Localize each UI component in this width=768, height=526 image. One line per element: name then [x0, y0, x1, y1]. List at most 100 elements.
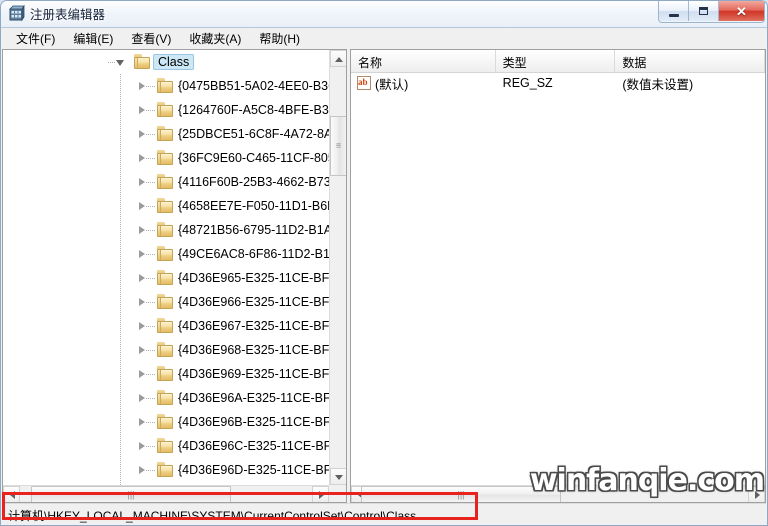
tree-node[interactable]: {36FC9E60-C465-11CF-8056	[3, 146, 329, 170]
folder-icon	[157, 150, 174, 165]
tree-vertical-scrollbar[interactable]: ≡	[329, 50, 346, 485]
value-name: (默认)	[375, 77, 409, 92]
chevron-right-icon[interactable]	[139, 418, 145, 426]
tree-node-label: {4D36E968-E325-11CE-BFC	[178, 343, 329, 357]
menu-edit[interactable]: 编辑(E)	[64, 28, 122, 50]
tree-scroll-up-button[interactable]	[330, 50, 346, 67]
menu-view[interactable]: 查看(V)	[122, 28, 180, 50]
tree-node[interactable]: {4D36E96A-E325-11CE-BFC	[3, 386, 329, 410]
tree-node[interactable]: {4116F60B-25B3-4662-B73	[3, 170, 329, 194]
tree-node-label: {36FC9E60-C465-11CF-8056	[178, 151, 329, 165]
close-button[interactable]: ✕	[719, 1, 764, 21]
maximize-button[interactable]	[689, 1, 719, 21]
chevron-right-icon[interactable]	[139, 82, 145, 90]
chevron-right-icon[interactable]	[139, 154, 145, 162]
tree-connector-line	[120, 98, 121, 122]
tree-node[interactable]: {0475BB51-5A02-4EE0-B36	[3, 74, 329, 98]
menu-bar: 文件(F) 编辑(E) 查看(V) 收藏夹(A) 帮助(H)	[1, 28, 767, 49]
tree-node-label: {1264760F-A5C8-4BFE-B314	[178, 103, 329, 117]
chevron-right-icon[interactable]	[139, 466, 145, 474]
tree-node[interactable]: {48721B56-6795-11D2-B1A	[3, 218, 329, 242]
registry-tree[interactable]: Class {0475BB51-5A02-4EE0-B36 {1264760F-A5…	[3, 50, 329, 485]
tree-node-label: {49CE6AC8-6F86-11D2-B1E	[178, 247, 329, 261]
values-horizontal-scrollbar[interactable]: |||	[351, 485, 765, 502]
chevron-right-icon[interactable]	[139, 178, 145, 186]
folder-icon	[157, 102, 174, 117]
chevron-right-icon[interactable]	[139, 370, 145, 378]
tree-connector-line	[146, 206, 156, 207]
column-header-name[interactable]: 名称	[351, 50, 496, 72]
tree-node[interactable]: {25DBCE51-6C8F-4A72-8A6	[3, 122, 329, 146]
minimize-button[interactable]	[659, 1, 689, 21]
tree-node[interactable]: {49CE6AC8-6F86-11D2-B1E	[3, 242, 329, 266]
tree-node[interactable]: {1264760F-A5C8-4BFE-B314	[3, 98, 329, 122]
tree-node[interactable]: {4D36E969-E325-11CE-BFC	[3, 362, 329, 386]
tree-connector-line	[146, 230, 156, 231]
chevron-right-icon[interactable]	[139, 106, 145, 114]
menu-help[interactable]: 帮助(H)	[250, 28, 309, 50]
tree-node[interactable]: Class	[3, 50, 329, 74]
title-bar[interactable]: 注册表编辑器 ✕	[0, 0, 768, 27]
tree-node-label: {4D36E96A-E325-11CE-BFC	[178, 391, 329, 405]
tree-node[interactable]: {4D36E96C-E325-11CE-BFC	[3, 434, 329, 458]
tree-connector-line	[120, 362, 121, 386]
tree-vertical-scroll-thumb[interactable]: ≡	[330, 116, 346, 176]
tree-connector-line	[146, 374, 156, 375]
tree-connector-line	[120, 74, 121, 98]
tree-scroll-down-button[interactable]	[330, 468, 346, 485]
tree-connector-line	[120, 290, 121, 314]
folder-icon	[157, 222, 174, 237]
tree-node[interactable]: {4D36E968-E325-11CE-BFC	[3, 338, 329, 362]
tree-node[interactable]: {4D36E96D-E325-11CE-BFC	[3, 458, 329, 482]
tree-connector-line	[120, 410, 121, 434]
client-area: 文件(F) 编辑(E) 查看(V) 收藏夹(A) 帮助(H) Class {047…	[1, 27, 767, 525]
tree-connector-line	[146, 182, 156, 183]
chevron-right-icon[interactable]	[139, 322, 145, 330]
chevron-right-icon[interactable]	[139, 250, 145, 258]
folder-icon	[157, 174, 174, 189]
chevron-right-icon[interactable]	[139, 202, 145, 210]
tree-node-label: {4D36E96B-E325-11CE-BFC	[178, 415, 329, 429]
tree-scroll-left-button[interactable]	[3, 486, 20, 502]
tree-node-label: {0475BB51-5A02-4EE0-B36	[178, 79, 329, 93]
chevron-right-icon[interactable]	[139, 130, 145, 138]
folder-icon	[157, 342, 174, 357]
tree-node[interactable]: {4D36E967-E325-11CE-BFC	[3, 314, 329, 338]
folder-icon	[157, 270, 174, 285]
registry-values-pane: 名称 类型 数据 ab (默认) REG_SZ (数值未设置) |||	[350, 49, 766, 503]
tree-node-label: {4D36E96C-E325-11CE-BFC	[178, 439, 329, 453]
chevron-right-icon[interactable]	[139, 298, 145, 306]
chevron-right-icon[interactable]	[139, 274, 145, 282]
chevron-right-icon[interactable]	[139, 394, 145, 402]
chevron-right-icon[interactable]	[139, 226, 145, 234]
chevron-down-icon[interactable]	[116, 60, 124, 66]
column-header-data[interactable]: 数据	[615, 50, 765, 72]
value-row[interactable]: ab (默认) REG_SZ (数值未设置)	[351, 72, 765, 94]
tree-node[interactable]: {4D36E965-E325-11CE-BFC	[3, 266, 329, 290]
chevron-right-icon[interactable]	[139, 346, 145, 354]
tree-horizontal-scrollbar[interactable]: |||	[3, 485, 329, 502]
tree-node[interactable]: {4658EE7E-F050-11D1-B6B	[3, 194, 329, 218]
values-scroll-right-button[interactable]	[748, 486, 765, 502]
folder-icon	[134, 54, 151, 69]
tree-horizontal-scroll-thumb[interactable]: |||	[31, 486, 231, 502]
folder-icon	[157, 318, 174, 333]
tree-connector-line	[120, 218, 121, 242]
menu-favorites[interactable]: 收藏夹(A)	[180, 28, 250, 50]
tree-connector-line	[120, 266, 121, 290]
tree-node[interactable]: {4D36E966-E325-11CE-BFC	[3, 290, 329, 314]
registry-editor-window: 注册表编辑器 ✕ 文件(F) 编辑(E) 查看(V) 收藏夹(A) 帮助(H)	[0, 0, 768, 526]
window-title: 注册表编辑器	[30, 8, 106, 22]
values-list[interactable]: ab (默认) REG_SZ (数值未设置)	[351, 72, 765, 485]
caption-button-group: ✕	[658, 1, 765, 23]
folder-icon	[157, 198, 174, 213]
tree-node-label: {4D36E965-E325-11CE-BFC	[178, 271, 329, 285]
menu-file[interactable]: 文件(F)	[7, 28, 64, 50]
tree-node[interactable]: {4D36E96B-E325-11CE-BFC	[3, 410, 329, 434]
scroll-thumb-grip: ≡	[335, 140, 342, 151]
values-horizontal-scroll-thumb[interactable]: |||	[361, 486, 561, 502]
chevron-right-icon[interactable]	[139, 442, 145, 450]
arrow-up-icon	[335, 57, 343, 62]
tree-scroll-right-button[interactable]	[312, 486, 329, 502]
column-header-type[interactable]: 类型	[496, 50, 616, 72]
